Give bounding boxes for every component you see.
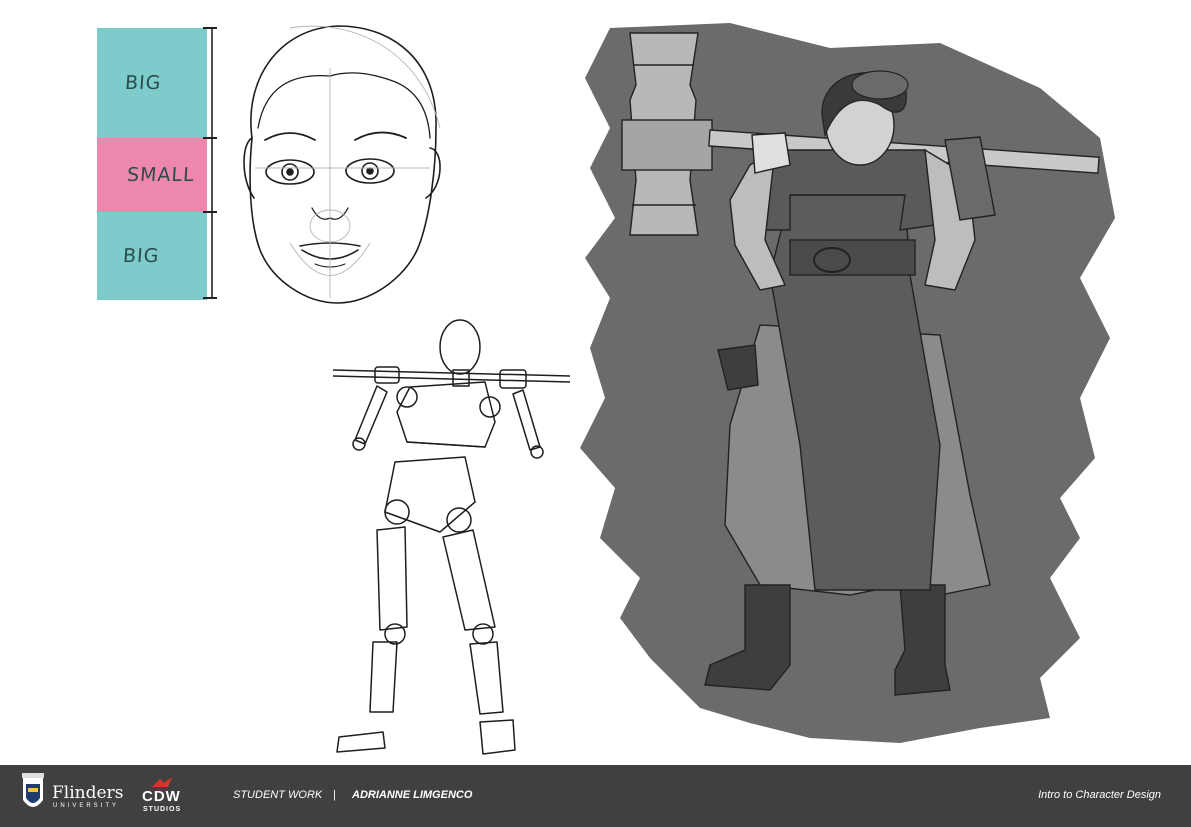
footer-separator: | [333,789,336,801]
category-label: STUDENT WORK [233,789,323,801]
university-subtitle: UNIVERSITY [53,803,120,809]
studio-logo-icon [152,777,172,787]
proportion-ruler [203,27,217,299]
proportion-block-middle: SMALL [97,138,207,212]
proportion-block-top: BIG [97,28,207,138]
university-name: Flinders [52,783,124,803]
proportion-label-top: BIG [124,72,163,94]
author-name: ADRIANNE LIMGENCO [352,789,473,801]
crest-icon [22,773,44,807]
footer-bar: Flinders UNIVERSITY CDW STUDIOS STUDENT … [0,765,1191,827]
blacksmith-illustration [621,32,1100,696]
proportion-label-middle: SMALL [126,164,196,186]
artwork-canvas: BIG SMALL BIG [0,0,1191,765]
proportion-label-bottom: BIG [122,245,161,267]
proportion-block-bottom: BIG [97,212,207,300]
mannequin-sketch [332,319,571,755]
face-sketch [243,25,441,304]
studio-logo: CDW [142,788,181,805]
studio-logo-subtitle: STUDIOS [143,806,182,813]
course-title: Intro to Character Design [1038,789,1161,801]
